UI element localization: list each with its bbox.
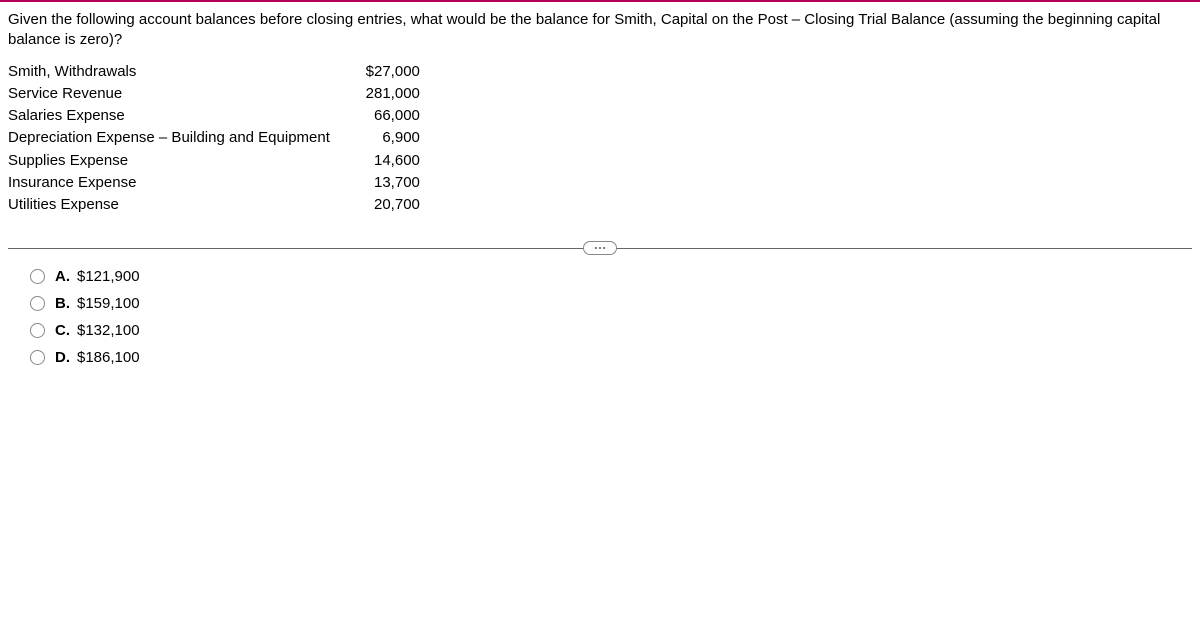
radio-icon: [30, 323, 45, 338]
option-letter: B.: [55, 295, 77, 312]
row-label: Salaries Expense: [8, 105, 354, 127]
option-d[interactable]: D. $186,100: [30, 349, 1192, 366]
option-c[interactable]: C. $132,100: [30, 322, 1192, 339]
row-label: Smith, Withdrawals: [8, 61, 354, 83]
option-text: $159,100: [77, 295, 140, 312]
option-letter: C.: [55, 322, 77, 339]
row-value: 281,000: [354, 83, 420, 105]
radio-icon: [30, 350, 45, 365]
radio-icon: [30, 269, 45, 284]
table-row: Supplies Expense 14,600: [8, 150, 420, 172]
row-label: Service Revenue: [8, 83, 354, 105]
answer-options: A. $121,900 B. $159,100 C. $132,100 D. $…: [8, 268, 1192, 366]
row-label: Insurance Expense: [8, 172, 354, 194]
row-value: 14,600: [354, 150, 420, 172]
option-a[interactable]: A. $121,900: [30, 268, 1192, 285]
row-label: Supplies Expense: [8, 150, 354, 172]
account-balances-table: Smith, Withdrawals $27,000 Service Reven…: [8, 61, 420, 217]
row-value: $27,000: [354, 61, 420, 83]
table-row: Utilities Expense 20,700: [8, 194, 420, 216]
option-text: $132,100: [77, 322, 140, 339]
row-value: 13,700: [354, 172, 420, 194]
option-letter: A.: [55, 268, 77, 285]
option-text: $186,100: [77, 349, 140, 366]
row-value: 66,000: [354, 105, 420, 127]
table-row: Insurance Expense 13,700: [8, 172, 420, 194]
expand-button[interactable]: [583, 241, 617, 255]
row-value: 6,900: [354, 127, 420, 149]
table-row: Smith, Withdrawals $27,000: [8, 61, 420, 83]
row-label: Utilities Expense: [8, 194, 354, 216]
question-block: Given the following account balances bef…: [0, 2, 1200, 388]
table-row: Service Revenue 281,000: [8, 83, 420, 105]
row-label: Depreciation Expense – Building and Equi…: [8, 127, 354, 149]
option-text: $121,900: [77, 268, 140, 285]
table-row: Salaries Expense 66,000: [8, 105, 420, 127]
ellipsis-icon: [595, 247, 605, 249]
table-row: Depreciation Expense – Building and Equi…: [8, 127, 420, 149]
row-value: 20,700: [354, 194, 420, 216]
radio-icon: [30, 296, 45, 311]
question-text: Given the following account balances bef…: [8, 10, 1192, 51]
option-letter: D.: [55, 349, 77, 366]
section-divider: [8, 238, 1192, 258]
option-b[interactable]: B. $159,100: [30, 295, 1192, 312]
